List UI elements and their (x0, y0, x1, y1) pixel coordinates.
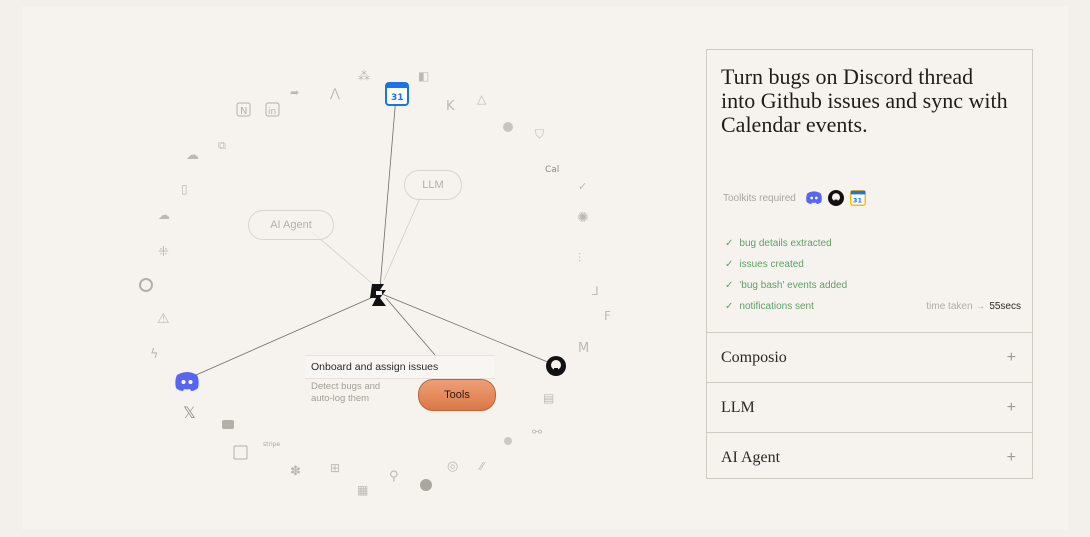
time-taken-label: time taken → (926, 301, 986, 312)
accordion-label: Composio (721, 348, 787, 366)
task-card: Onboard and assign issues Detect bugs an… (305, 355, 496, 413)
cloud2-icon: ☁ (186, 148, 199, 163)
integration-diagram: N in ➦ ⋀ ⁂ ◧ K △ ⛉ Cal ✓ ✺ ⫶ ⅃ F M ▤ ⚯ ⁄… (139, 69, 611, 497)
tools-button[interactable]: Tools (418, 379, 496, 411)
teams2-icon: ⧉ (218, 139, 226, 152)
svg-text:31: 31 (853, 196, 863, 204)
bars-icon: ⫶ (578, 251, 581, 265)
video-icon (222, 420, 234, 429)
drive-icon: △ (477, 92, 487, 106)
task-title: Onboard and assign issues (305, 355, 495, 379)
plus-icon[interactable]: + (1007, 349, 1016, 367)
accordion-composio[interactable]: Composio + (707, 333, 1032, 383)
slash-icon: ⁄⁄ (477, 460, 486, 473)
ai-agent-node[interactable]: AI Agent (248, 210, 334, 240)
svg-text:31: 31 (391, 93, 404, 103)
google-calendar-icon: 31 (385, 82, 409, 106)
shield-icon: ⛉ (535, 127, 544, 141)
spinner-icon: ✺ (577, 210, 589, 226)
dots-icon: ⁂ (358, 69, 370, 83)
accordion-ai-agent[interactable]: AI Agent + (707, 433, 1032, 482)
bolt-icon: ϟ (150, 347, 159, 362)
x-icon: 𝕏 (183, 403, 196, 422)
f-icon: F (604, 309, 611, 323)
svg-text:in: in (268, 107, 276, 117)
github-icon (546, 356, 566, 376)
teams-icon: ◧ (418, 69, 429, 83)
step-item: ✓ bug details extracted (725, 233, 1025, 254)
step-label: bug details extracted (739, 238, 832, 249)
use-case-summary: Turn bugs on Discord thread into Github … (707, 50, 1032, 333)
line-to-task (385, 297, 436, 356)
step-label: issues created (739, 259, 804, 270)
accordion-label: AI Agent (721, 448, 781, 466)
svg-text:N: N (240, 106, 247, 117)
target-icon: ◎ (447, 459, 458, 474)
warning-icon: ⚠ (157, 311, 170, 327)
accordion-label: LLM (721, 398, 755, 416)
task-description: Detect bugs and auto-log them (311, 381, 381, 404)
llm-node[interactable]: LLM (404, 170, 462, 200)
step-item: ✓ 'bug bash' events added (725, 275, 1025, 296)
use-case-panel: Turn bugs on Discord thread into Github … (706, 49, 1033, 479)
check-icon: ✓ (725, 259, 734, 270)
discord-icon (175, 372, 199, 391)
share-icon: ➦ (290, 86, 299, 99)
trello-icon (233, 445, 248, 460)
files-icon: ▯ (181, 182, 188, 196)
check-icon: ✓ (725, 238, 734, 249)
check-icon: ✓ (725, 301, 734, 312)
step-item: ✓ notifications sent time taken → 55secs (725, 296, 1025, 317)
check-icon: ✓ (578, 180, 587, 193)
triangle-a-icon: ⋀ (329, 86, 340, 100)
plus-icon[interactable]: + (1007, 449, 1016, 467)
use-case-headline: Turn bugs on Discord thread into Github … (721, 64, 1008, 137)
discord-icon (806, 191, 822, 204)
ring-o-icon (139, 278, 153, 292)
flower-icon: ✽ (290, 464, 301, 479)
time-taken-value: 55secs (989, 301, 1021, 312)
time-taken: time taken → 55secs (926, 296, 1021, 317)
hook-icon: ⅃ (591, 284, 599, 298)
ball-icon (420, 479, 432, 491)
line-to-calendar (379, 95, 397, 289)
cal-label: Cal (545, 165, 559, 175)
step-label: 'bug bash' events added (739, 280, 848, 291)
toolkits-label: Toolkits required (723, 192, 796, 204)
accordion-llm[interactable]: LLM + (707, 383, 1032, 433)
grid-letter-icon: ⊞ (330, 461, 340, 475)
settings-circle-icon (503, 122, 513, 132)
line-to-llm (383, 197, 421, 281)
klaviyo-icon: K (446, 99, 455, 114)
box-icon: ▦ (357, 483, 368, 497)
toolkits-row: Toolkits required 31 (723, 188, 866, 208)
gmail-icon: M (578, 341, 589, 356)
github-icon (827, 190, 844, 206)
google-calendar-icon: 31 (849, 190, 866, 206)
dot-icon (504, 437, 512, 445)
step-item: ✓ issues created (725, 254, 1025, 275)
check-icon: ✓ (725, 280, 734, 291)
hash-icon: ⁜ (158, 245, 169, 260)
doc-icon: ▤ (543, 391, 554, 405)
pin-icon: ⚲ (389, 469, 399, 484)
stripe-label: stripe (263, 441, 280, 448)
step-list: ✓ bug details extracted ✓ issues created… (725, 233, 1025, 317)
step-label: notifications sent (739, 301, 814, 312)
line-to-agent (311, 231, 375, 286)
hubspot-icon: ⚯ (532, 425, 542, 439)
cloud-icon: ☁ (158, 208, 170, 222)
plus-icon[interactable]: + (1007, 399, 1016, 417)
